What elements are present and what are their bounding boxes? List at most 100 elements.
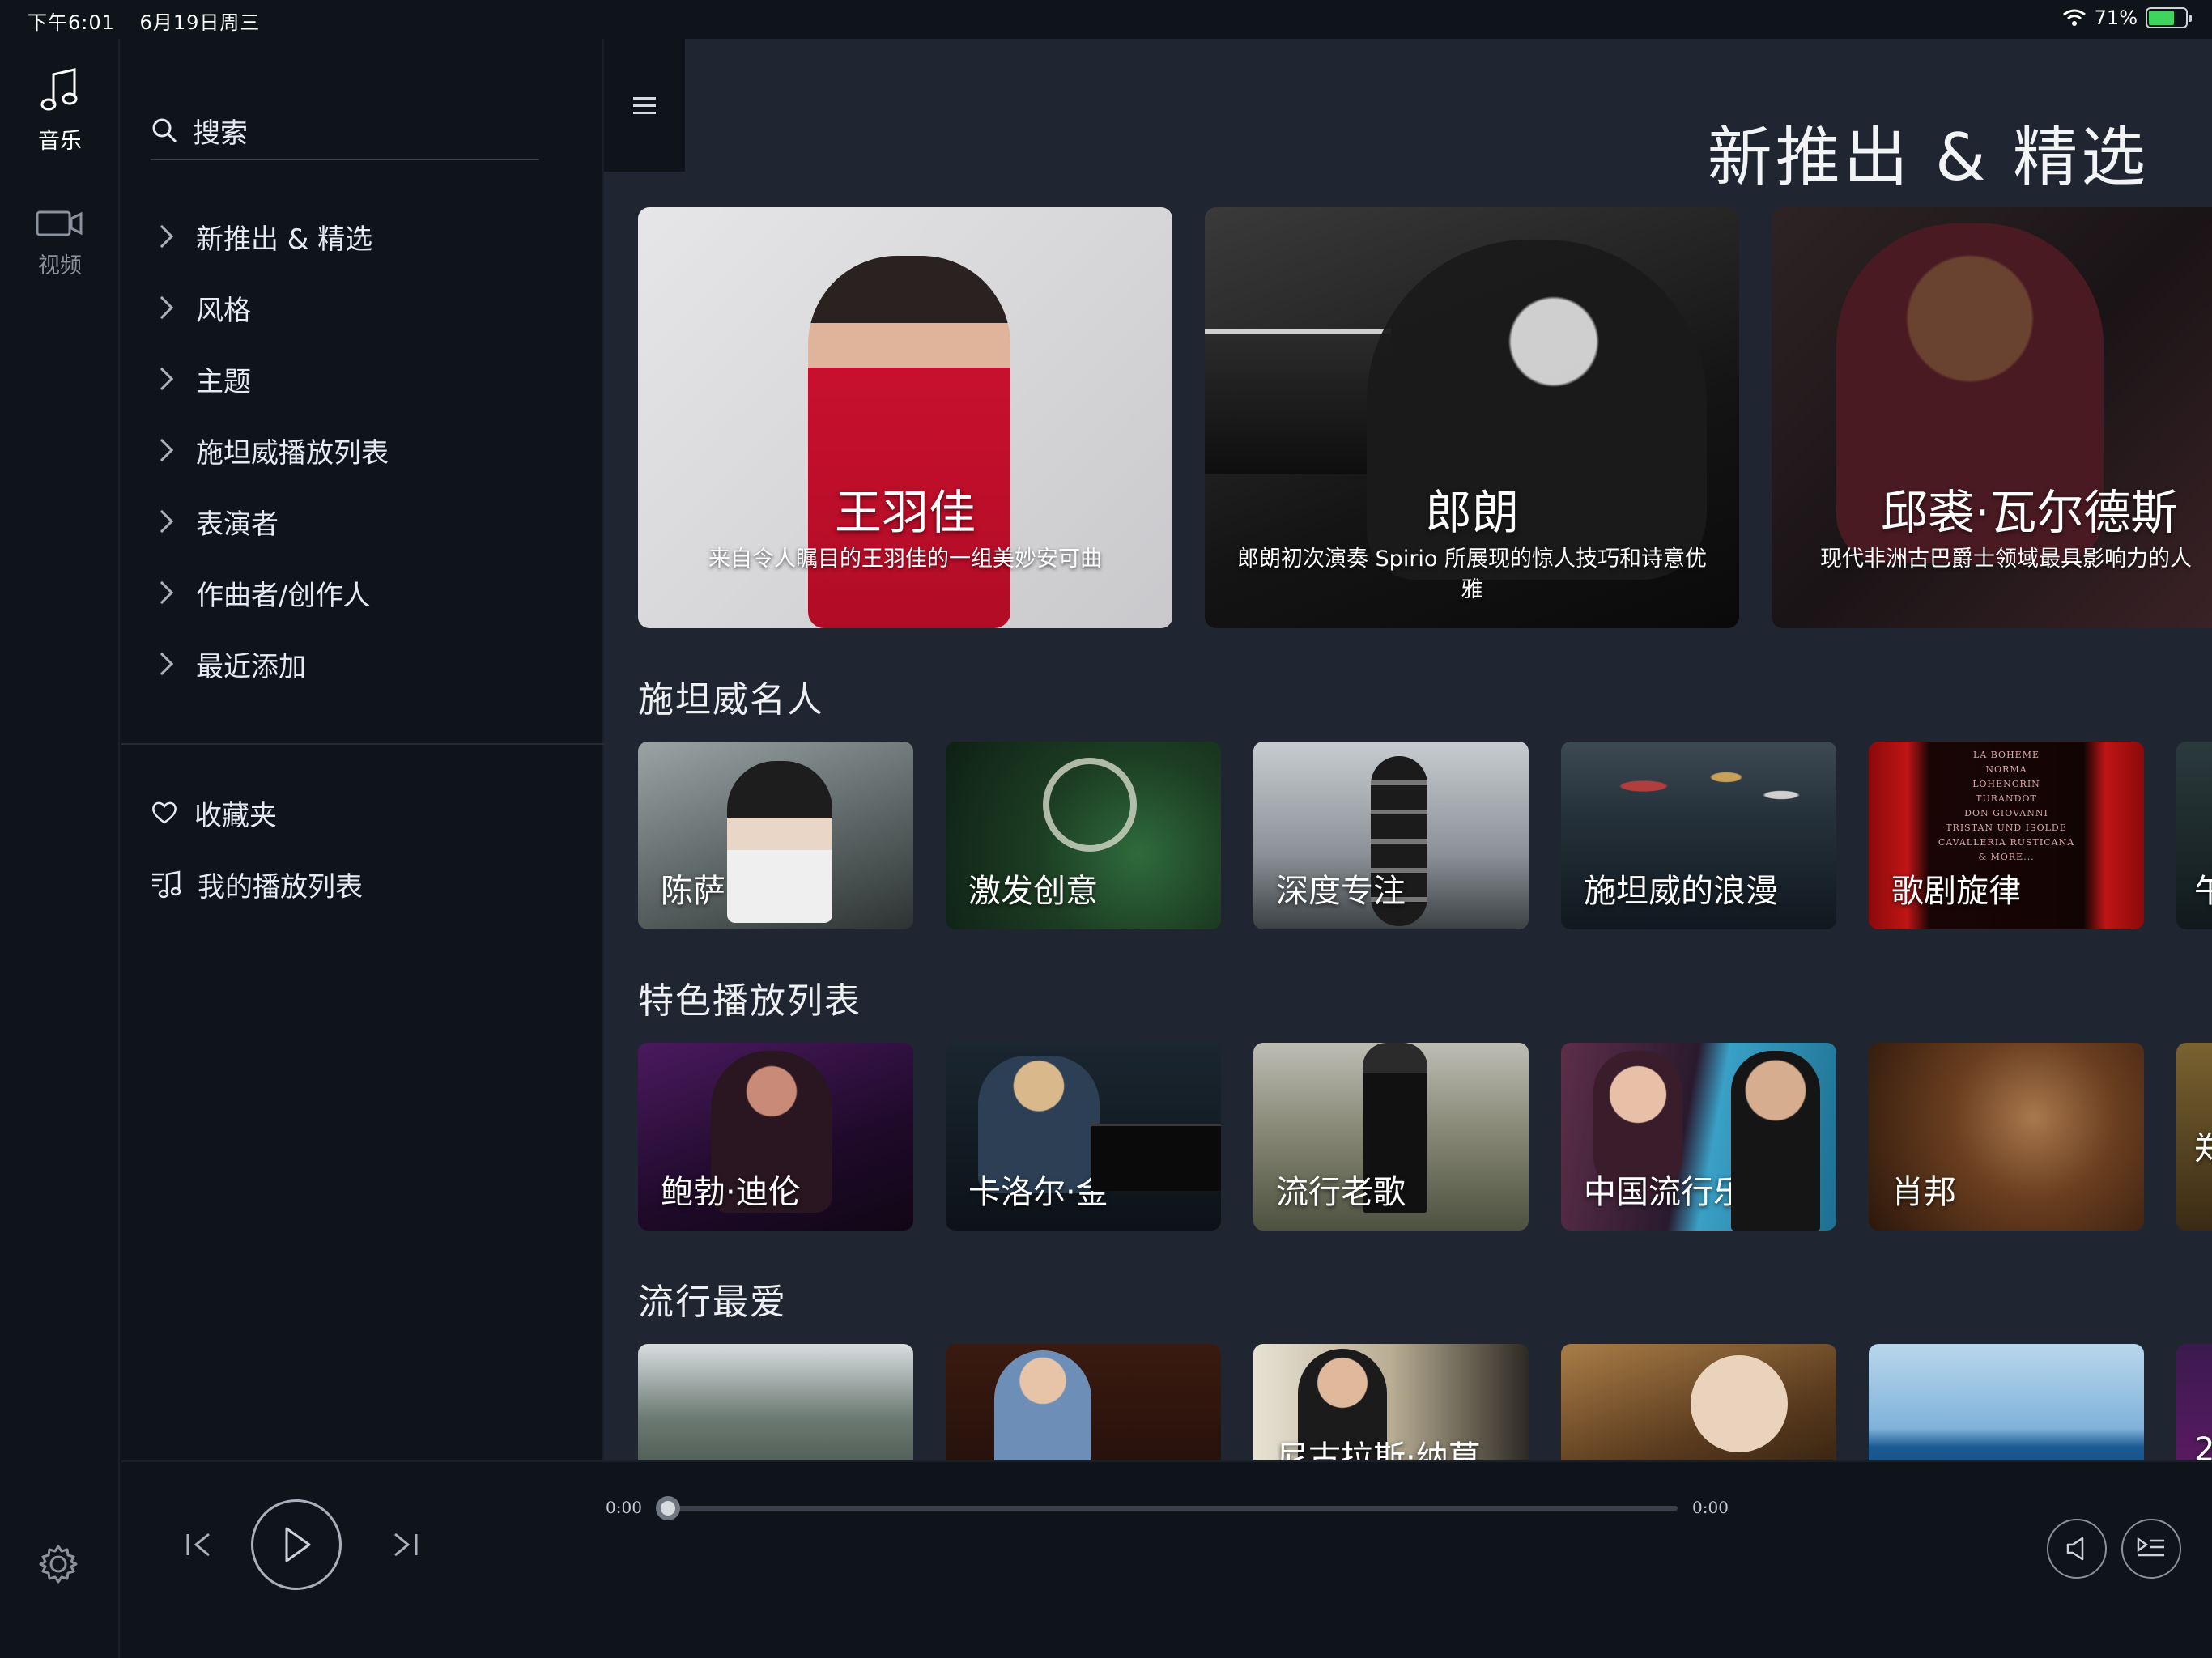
- card-row: 尼古拉斯·纳莫 2: [638, 1344, 2212, 1460]
- previous-track-button[interactable]: [173, 1519, 225, 1571]
- next-track-button[interactable]: [379, 1519, 431, 1571]
- card-label: 卡洛尔·金: [968, 1174, 1108, 1211]
- queue-button[interactable]: [2121, 1519, 2181, 1579]
- sidebar-item-my-playlists[interactable]: 我的播放列表: [151, 848, 363, 920]
- playlist-card[interactable]: 陈萨: [638, 742, 913, 929]
- featured-card-subtitle: 来自令人瞩目的王羽佳的一组美妙安可曲: [708, 546, 1102, 572]
- section-title: 特色播放列表: [638, 980, 861, 1022]
- chevron-right-icon: [150, 652, 174, 676]
- sidebar-toggle-button[interactable]: [604, 39, 685, 172]
- play-icon: [285, 1527, 311, 1562]
- sidebar-item-new-featured[interactable]: 新推出 & 精选: [150, 201, 389, 272]
- wifi-icon: [2062, 9, 2086, 26]
- search-field[interactable]: 搜索: [151, 102, 539, 160]
- featured-card[interactable]: 郎朗 郎朗初次演奏 Spirio 所展现的惊人技巧和诗意优雅: [1205, 207, 1739, 628]
- status-bar: 下午6:01 6月19日周三 71%: [0, 0, 2212, 39]
- playlist-music-icon: [152, 870, 181, 899]
- card-label: 鲍勃·迪伦: [661, 1174, 801, 1211]
- sidebar-item-themes[interactable]: 主题: [150, 343, 389, 414]
- card-label: 施坦威的浪漫: [1584, 873, 1778, 910]
- rail-music-label: 音乐: [38, 129, 82, 154]
- status-clock: 下午6:01 6月19日周三: [28, 6, 278, 35]
- progress-track[interactable]: [666, 1506, 1678, 1511]
- status-date: 6月19日周三: [139, 11, 261, 34]
- opera-poster-text: LA BOHEME NORMA LOHENGRIN TURANDOT DON GIOVA…: [1938, 750, 2075, 862]
- sidebar-item-genres[interactable]: 风格: [150, 272, 389, 343]
- chevron-right-icon: [150, 580, 174, 605]
- battery-percent: 71%: [2094, 6, 2138, 29]
- playlist-card[interactable]: 施坦威的浪漫: [1561, 742, 1836, 929]
- featured-card-title: 郎朗: [1424, 485, 1519, 540]
- card-label: 郑: [2194, 1130, 2212, 1167]
- playlist-card[interactable]: [638, 1344, 913, 1460]
- sidebar-nav: 新推出 & 精选 风格 主题 施坦威播放列表 表演者 作曲者/创作人 最近添加: [150, 201, 389, 699]
- featured-card[interactable]: 邱裘·瓦尔德斯 现代非洲古巴爵士领域最具影响力的人: [1772, 207, 2212, 628]
- card-row: 鲍勃·迪伦 卡洛尔·金 流行老歌 中国流行乐曲 肖邦 郑: [638, 1043, 2212, 1231]
- status-time: 下午6:01: [28, 11, 115, 34]
- elapsed-time: 0:00: [606, 1498, 642, 1517]
- sidebar-item-label: 主题: [196, 365, 251, 398]
- card-label: 流行老歌: [1276, 1174, 1406, 1211]
- sidebar-item-label: 风格: [196, 294, 251, 327]
- sidebar-item-composers[interactable]: 作曲者/创作人: [150, 557, 389, 628]
- sidebar-item-label: 最近添加: [196, 650, 306, 683]
- card-label: 2: [2194, 1431, 2212, 1460]
- sidebar-item-label: 作曲者/创作人: [196, 579, 371, 612]
- chevron-right-icon: [150, 224, 174, 249]
- playlist-card[interactable]: [1561, 1344, 1836, 1460]
- rail-video-label: 视频: [38, 253, 82, 278]
- music-note-icon: [40, 68, 78, 111]
- card-label: 激发创意: [968, 873, 1098, 910]
- total-time: 0:00: [1692, 1498, 1729, 1517]
- sidebar-item-favorites[interactable]: 收藏夹: [151, 777, 363, 848]
- card-label: 深度专注: [1276, 873, 1406, 910]
- sidebar-item-label: 表演者: [196, 508, 279, 541]
- progress-scrubber[interactable]: [656, 1496, 680, 1520]
- player-bar: 0:00 0:00: [121, 1460, 2212, 1658]
- speaker-icon: [2066, 1537, 2084, 1561]
- playlist-card[interactable]: 肖邦: [1869, 1043, 2144, 1231]
- playlist-card[interactable]: 鲍勃·迪伦: [638, 1043, 913, 1231]
- sidebar: 搜索 新推出 & 精选 风格 主题 施坦威播放列表 表演者 作曲者/创作人 最近…: [121, 39, 604, 1460]
- app-rail: 音乐 视频: [0, 39, 120, 1658]
- playlist-card[interactable]: 郑: [2176, 1043, 2212, 1231]
- section-title: 流行最爱: [638, 1282, 787, 1323]
- sidebar-item-recently-added[interactable]: 最近添加: [150, 628, 389, 699]
- featured-carousel: 王羽佳 来自令人瞩目的王羽佳的一组美妙安可曲 郎朗 郎朗初次演奏 Spirio …: [638, 207, 2212, 628]
- playlist-card[interactable]: 深度专注: [1253, 742, 1529, 929]
- queue-list-icon: [2137, 1537, 2164, 1557]
- play-button[interactable]: [251, 1499, 342, 1590]
- library-list: 收藏夹 我的播放列表: [151, 777, 363, 920]
- playlist-card[interactable]: 午: [2176, 742, 2212, 929]
- featured-card-subtitle: 郎朗初次演奏 Spirio 所展现的惊人技巧和诗意优雅: [1236, 546, 1708, 602]
- playlist-card[interactable]: 2: [2176, 1344, 2212, 1460]
- status-indicators: 71%: [2062, 6, 2192, 29]
- featured-card-title: 邱裘·瓦尔德斯: [1881, 485, 2178, 540]
- playlist-card[interactable]: [946, 1344, 1221, 1460]
- video-camera-icon: [36, 210, 83, 236]
- playlist-card[interactable]: [1869, 1344, 2144, 1460]
- skip-forward-icon: [394, 1533, 418, 1557]
- card-label: 歌剧旋律: [1891, 873, 2021, 910]
- playlist-card[interactable]: 流行老歌: [1253, 1043, 1529, 1231]
- card-label: 陈萨: [661, 873, 725, 910]
- sidebar-item-label: 收藏夹: [194, 799, 277, 832]
- sidebar-item-performers[interactable]: 表演者: [150, 486, 389, 557]
- page-title: 新推出 & 精选: [1707, 120, 2149, 195]
- rail-video-tab[interactable]: 视频: [0, 209, 120, 279]
- search-icon: [152, 118, 177, 143]
- playlist-card[interactable]: 尼古拉斯·纳莫: [1253, 1344, 1529, 1460]
- playlist-card[interactable]: 卡洛尔·金: [946, 1043, 1221, 1231]
- rail-music-tab[interactable]: 音乐: [0, 68, 120, 155]
- volume-button[interactable]: [2047, 1519, 2107, 1579]
- settings-button[interactable]: [37, 1543, 79, 1588]
- playlist-card[interactable]: 中国流行乐曲: [1561, 1043, 1836, 1231]
- search-label: 搜索: [193, 117, 248, 150]
- card-label: 中国流行乐曲: [1584, 1174, 1778, 1211]
- sidebar-item-steinway-playlists[interactable]: 施坦威播放列表: [150, 414, 389, 486]
- battery-icon: [2146, 7, 2192, 28]
- playlist-card[interactable]: 激发创意: [946, 742, 1221, 929]
- featured-card[interactable]: 王羽佳 来自令人瞩目的王羽佳的一组美妙安可曲: [638, 207, 1172, 628]
- main-content: 新推出 & 精选 王羽佳 来自令人瞩目的王羽佳的一组美妙安可曲 郎朗 郎朗初次演…: [604, 39, 2212, 1460]
- playlist-card[interactable]: LA BOHEME NORMA LOHENGRIN TURANDOT DON GIOVA…: [1869, 742, 2144, 929]
